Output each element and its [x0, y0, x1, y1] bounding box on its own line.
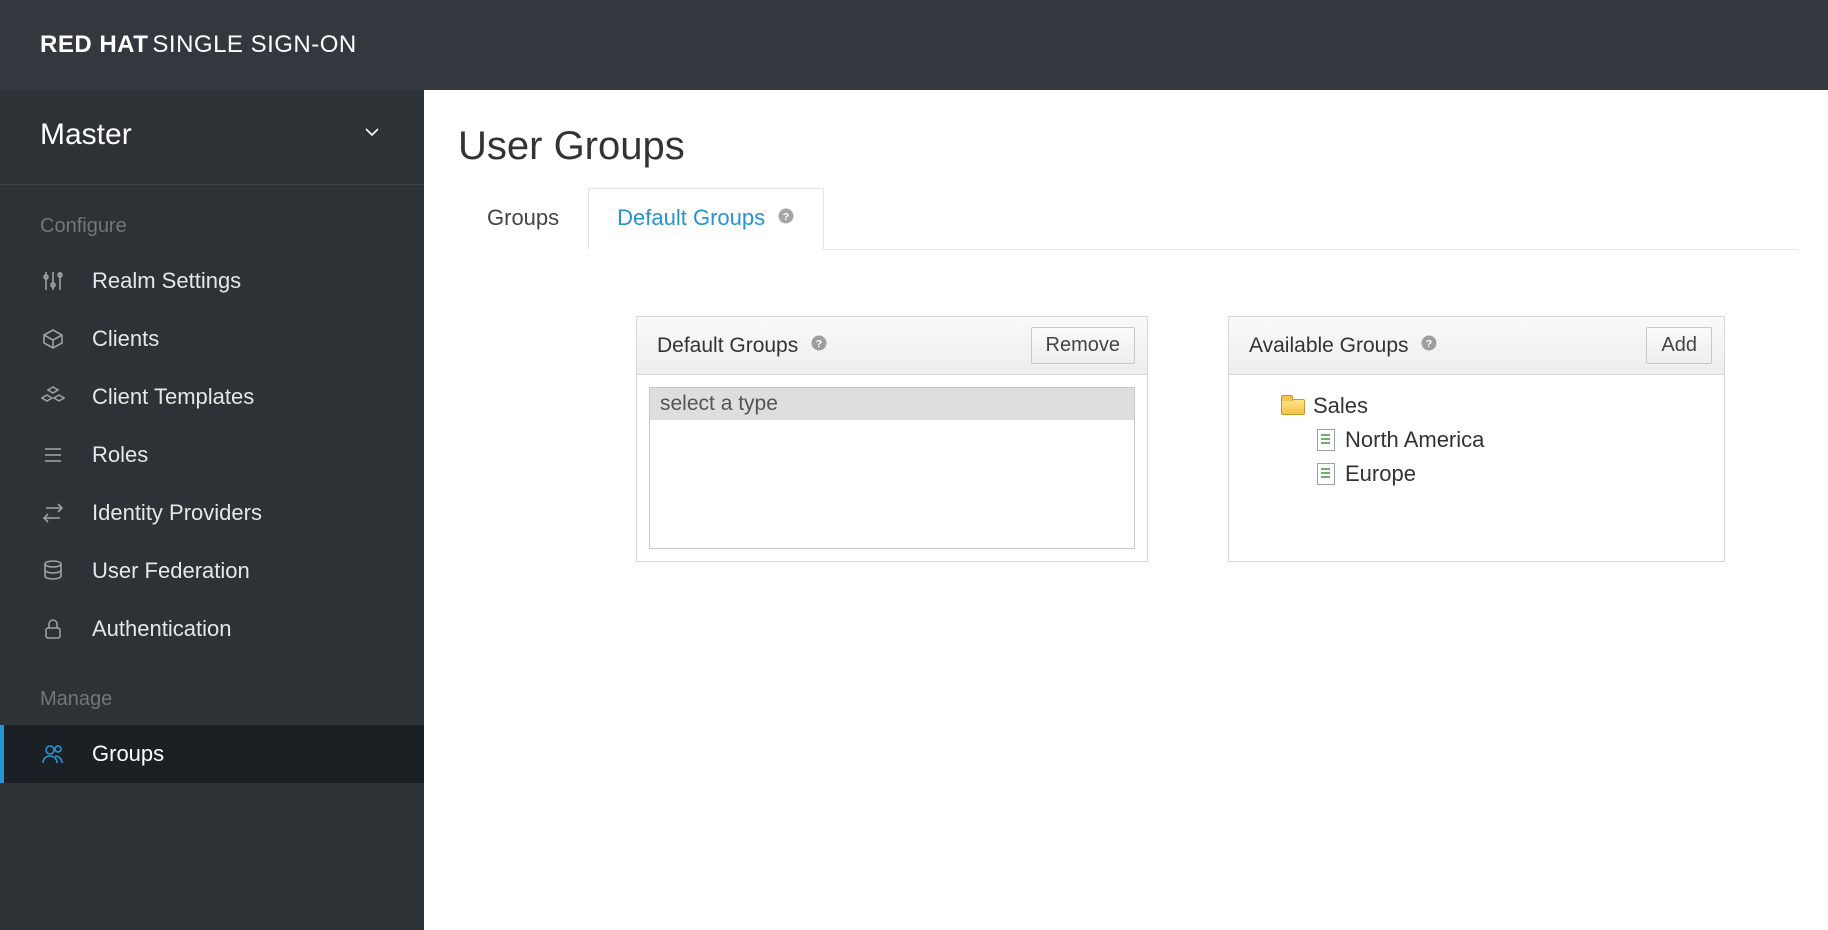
sidebar-item-groups[interactable]: Groups — [0, 725, 424, 783]
panel-default-groups: Default Groups ? Remove select a type — [636, 316, 1148, 562]
default-groups-select[interactable]: select a type — [649, 387, 1135, 549]
chevron-down-icon — [360, 120, 384, 150]
tree-node-label: Europe — [1345, 461, 1416, 487]
panel-title: Default Groups ? — [657, 334, 828, 358]
exchange-icon — [40, 501, 66, 525]
panels: Default Groups ? Remove select a type — [458, 316, 1798, 562]
panel-header: Default Groups ? Remove — [637, 317, 1147, 375]
sidebar-item-authentication[interactable]: Authentication — [0, 600, 424, 658]
tab-groups[interactable]: Groups — [458, 188, 588, 250]
sidebar-item-label: Groups — [92, 741, 164, 767]
panel-available-groups: Available Groups ? Add Sales — [1228, 316, 1725, 562]
tree-node-sales[interactable]: Sales — [1281, 389, 1706, 423]
panel-title-text: Default Groups — [657, 334, 798, 357]
list-icon — [40, 443, 66, 467]
add-button[interactable]: Add — [1646, 327, 1712, 364]
folder-icon — [1281, 397, 1303, 415]
topbar: RED HAT SINGLE SIGN-ON — [0, 0, 1828, 90]
tree-node-europe[interactable]: Europe — [1317, 457, 1706, 491]
panel-body: Sales North America Europe — [1229, 375, 1724, 509]
tree-children: North America Europe — [1281, 423, 1706, 491]
sidebar-item-roles[interactable]: Roles — [0, 426, 424, 484]
svg-text:?: ? — [783, 211, 789, 223]
help-icon[interactable]: ? — [810, 336, 828, 356]
help-icon[interactable]: ? — [777, 209, 795, 229]
sidebar-heading-configure: Configure — [0, 215, 424, 252]
sidebar-item-identity-providers[interactable]: Identity Providers — [0, 484, 424, 542]
lock-icon — [40, 617, 66, 641]
sliders-icon — [40, 269, 66, 293]
sidebar-item-label: Clients — [92, 326, 159, 352]
sidebar-item-user-federation[interactable]: User Federation — [0, 542, 424, 600]
sidebar-item-label: Identity Providers — [92, 500, 262, 526]
sidebar-item-clients[interactable]: Clients — [0, 310, 424, 368]
svg-text:?: ? — [816, 337, 822, 349]
sidebar-item-label: User Federation — [92, 558, 250, 584]
panel-title: Available Groups ? — [1249, 334, 1438, 358]
users-icon — [40, 742, 66, 766]
tabs: Groups Default Groups ? — [458, 187, 1798, 250]
database-icon — [40, 559, 66, 583]
select-option-placeholder[interactable]: select a type — [650, 388, 1134, 420]
sidebar-item-label: Realm Settings — [92, 268, 241, 294]
sidebar-item-realm-settings[interactable]: Realm Settings — [0, 252, 424, 310]
tree-node-north-america[interactable]: North America — [1317, 423, 1706, 457]
panel-body: select a type — [637, 375, 1147, 561]
brand-bold: RED HAT — [40, 31, 148, 59]
sidebar-item-label: Roles — [92, 442, 148, 468]
tab-label: Default Groups — [617, 205, 765, 230]
realm-name: Master — [40, 118, 132, 152]
sidebar-item-client-templates[interactable]: Client Templates — [0, 368, 424, 426]
sidebar-item-label: Client Templates — [92, 384, 254, 410]
brand-thin: SINGLE SIGN-ON — [152, 31, 356, 59]
remove-button[interactable]: Remove — [1031, 327, 1135, 364]
sidebar-heading-manage: Manage — [0, 688, 424, 725]
realm-selector[interactable]: Master — [0, 90, 424, 185]
tab-label: Groups — [487, 205, 559, 230]
main-content: User Groups Groups Default Groups ? Defa… — [424, 90, 1828, 930]
tree-node-label: North America — [1345, 427, 1484, 453]
sidebar-item-label: Authentication — [92, 616, 231, 642]
sidebar: Master Configure Realm Settings Clients — [0, 90, 424, 930]
panel-header: Available Groups ? Add — [1229, 317, 1724, 375]
document-icon — [1317, 463, 1335, 485]
help-icon[interactable]: ? — [1420, 336, 1438, 356]
tree-node-label: Sales — [1313, 393, 1368, 419]
cubes-icon — [40, 385, 66, 409]
document-icon — [1317, 429, 1335, 451]
sidebar-section-manage: Manage Groups — [0, 658, 424, 783]
svg-text:?: ? — [1426, 337, 1432, 349]
page-title: User Groups — [458, 124, 1798, 169]
sidebar-section-configure: Configure Realm Settings Clients Client … — [0, 185, 424, 658]
tab-default-groups[interactable]: Default Groups ? — [588, 188, 824, 250]
panel-title-text: Available Groups — [1249, 334, 1409, 357]
cube-icon — [40, 327, 66, 351]
